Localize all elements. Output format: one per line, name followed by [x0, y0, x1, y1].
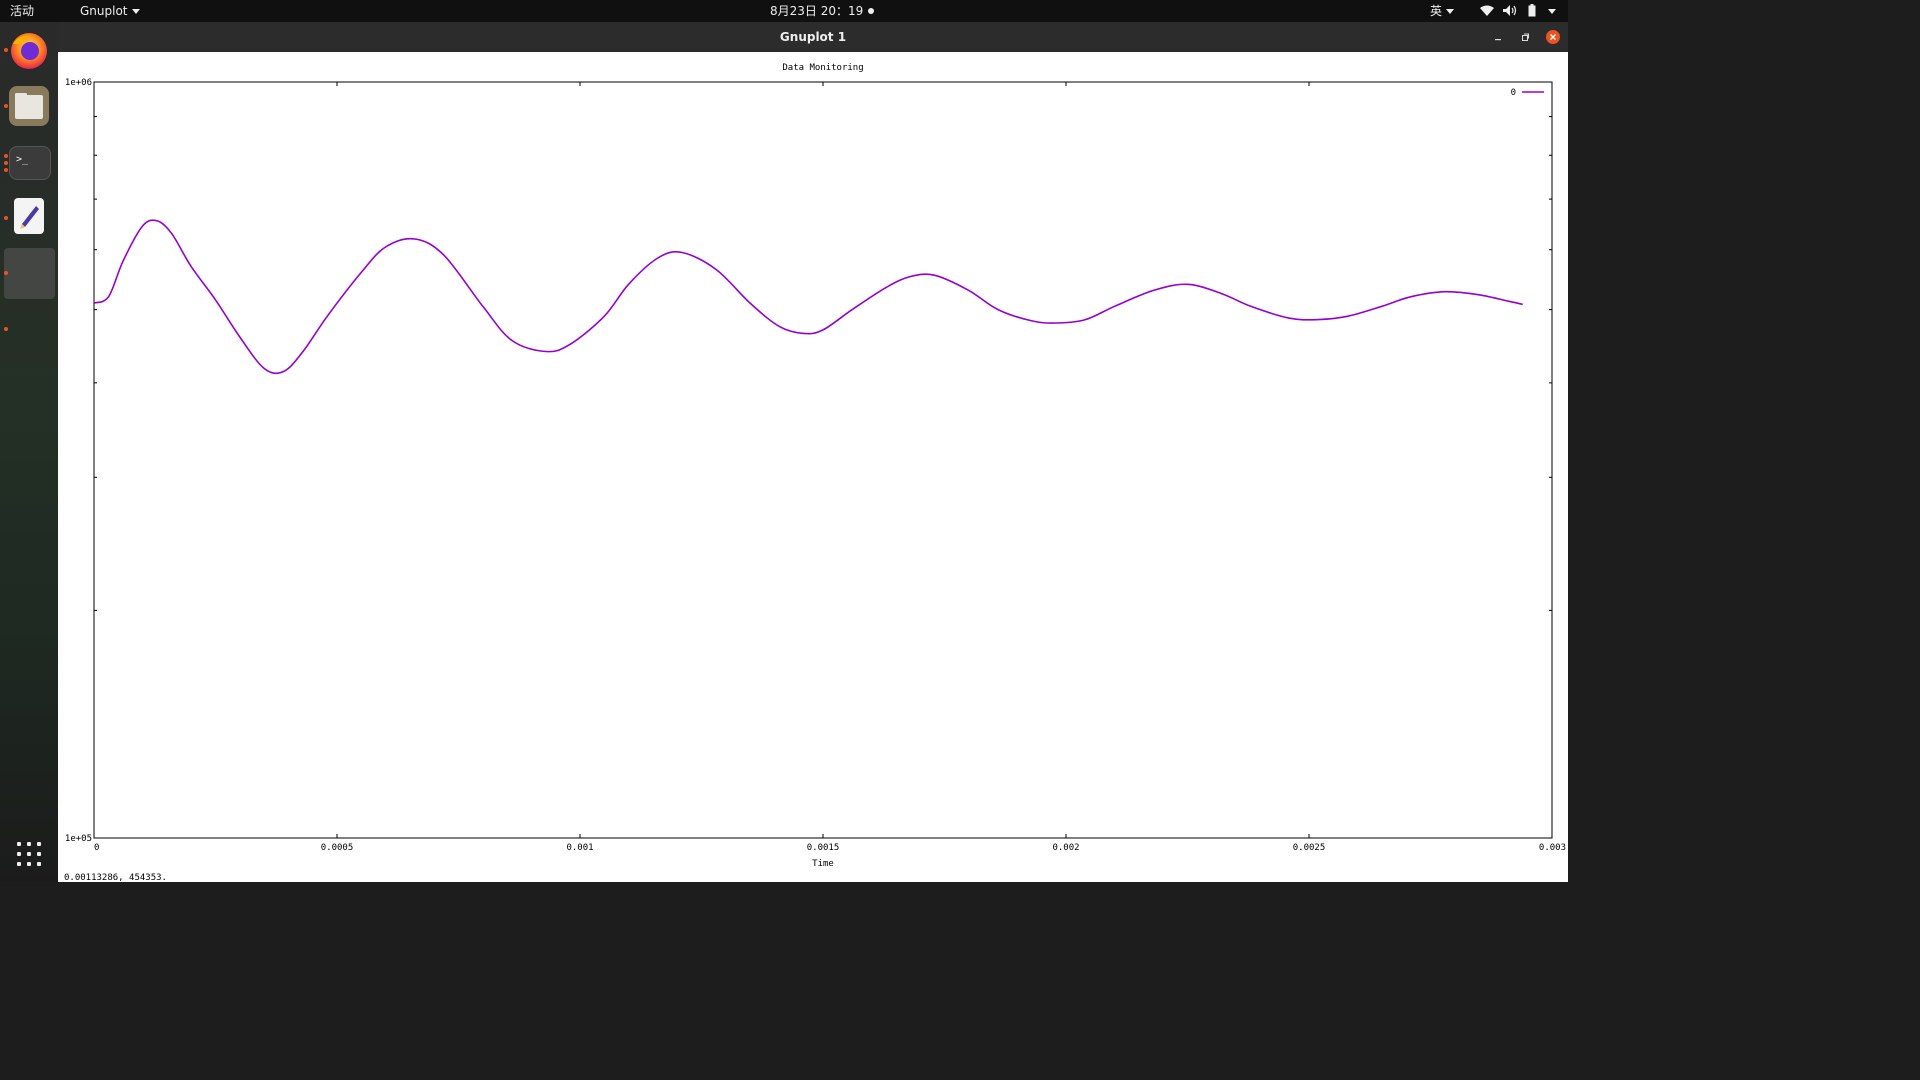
window-titlebar[interactable]: Gnuplot 1 — [58, 22, 1568, 52]
notification-dot-icon — [868, 8, 874, 14]
minimize-icon — [1495, 39, 1501, 41]
files-icon — [15, 93, 43, 119]
x-tick-label: 0.0025 — [1293, 843, 1326, 853]
gnuplot-window-launcher[interactable] — [4, 248, 55, 299]
y-tick-label: 1e+06 — [65, 78, 92, 88]
input-method-button[interactable]: 英 — [1430, 4, 1455, 18]
volume-icon[interactable] — [1503, 5, 1517, 16]
legend-label: 0 — [1511, 88, 1516, 98]
axis-ticks — [94, 82, 1552, 838]
close-icon — [1550, 34, 1556, 40]
running-indicator — [4, 271, 8, 275]
restore-icon — [1522, 33, 1529, 41]
top-bar: 活动 Gnuplot 8月23日 20：19 英 — [0, 0, 1568, 22]
running-indicator — [4, 327, 8, 331]
chart-title: Data Monitoring — [782, 63, 863, 73]
series-line-0 — [93, 219, 1523, 375]
svg-text:>_: >_ — [16, 154, 29, 165]
dock: >_ — [0, 22, 58, 882]
running-indicator — [4, 168, 8, 172]
clock[interactable]: 8月23日 20：19 — [770, 4, 863, 18]
firefox-launcher[interactable] — [9, 30, 49, 70]
close-button[interactable] — [1546, 30, 1560, 44]
mouse-coordinates: 0.00113286, 454353. — [64, 873, 167, 883]
chevron-down-icon — [131, 9, 140, 14]
text-editor-launcher[interactable] — [14, 198, 44, 234]
text-editor-icon — [20, 206, 39, 229]
gnuplot-window: Gnuplot 1 Data Monitoring 0 0.0005 0.001 0.… — [58, 22, 1568, 883]
plot-area[interactable]: Data Monitoring 0 0.0005 0.001 0.0015 0.002 0… — [58, 52, 1568, 882]
running-indicator — [4, 48, 8, 52]
window-title: Gnuplot 1 — [779, 30, 847, 44]
x-tick-labels: 0 0.0005 0.001 0.0015 0.002 0.0025 0.003 — [94, 843, 1566, 853]
input-method-label: 英 — [1430, 4, 1443, 18]
wifi-icon[interactable] — [1480, 5, 1494, 16]
y-tick-labels: 1e+06 1e+05 — [65, 78, 92, 844]
x-tick-label: 0.0005 — [321, 843, 354, 853]
x-tick-label: 0.001 — [566, 843, 593, 853]
x-tick-label: 0 — [94, 843, 99, 853]
x-tick-label: 0.002 — [1052, 843, 1079, 853]
app-menu-label: Gnuplot — [80, 4, 128, 18]
chevron-down-icon — [1548, 9, 1556, 14]
activities-button[interactable]: 活动 — [10, 4, 34, 18]
app-menu-button[interactable]: Gnuplot — [80, 4, 140, 18]
x-tick-label: 0.0015 — [807, 843, 840, 853]
terminal-launcher[interactable]: >_ — [9, 146, 51, 180]
running-indicator — [4, 216, 8, 220]
x-tick-label: 0.003 — [1539, 843, 1566, 853]
running-indicator — [4, 104, 8, 108]
battery-icon[interactable] — [1528, 4, 1536, 17]
x-axis-label: Time — [812, 859, 834, 869]
system-menu-button[interactable] — [1544, 4, 1556, 18]
running-indicator — [4, 161, 8, 165]
maximize-button[interactable] — [1518, 30, 1532, 44]
running-indicator — [4, 154, 8, 158]
terminal-icon: >_ — [16, 154, 29, 165]
show-applications-button[interactable] — [17, 842, 43, 868]
y-tick-label: 1e+05 — [65, 834, 92, 844]
legend: 0 — [1511, 88, 1544, 98]
firefox-icon — [11, 33, 47, 69]
plot-frame — [93, 81, 1553, 839]
minimize-button[interactable] — [1491, 30, 1505, 44]
chevron-down-icon — [1446, 9, 1455, 14]
files-launcher[interactable] — [9, 86, 49, 126]
series-layer — [93, 219, 1523, 375]
